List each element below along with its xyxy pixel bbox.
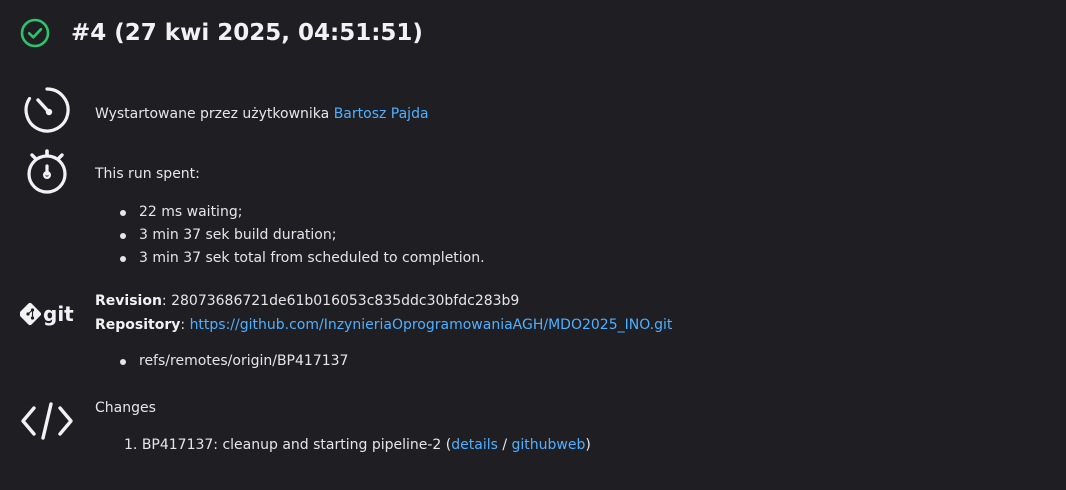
- list-item: 3 min 37 sek total from scheduled to com…: [95, 247, 485, 270]
- changes-list: 1. BP417137: cleanup and starting pipeli…: [95, 433, 591, 457]
- success-check-circle-icon: [20, 18, 50, 48]
- refs-list: refs/remotes/origin/BP417137: [95, 350, 672, 373]
- git-logo-text: git: [43, 302, 74, 326]
- repository-separator: :: [180, 317, 190, 333]
- page-title: #4 (27 kwi 2025, 04:51:51): [71, 20, 423, 46]
- change-number: 1.: [124, 437, 138, 453]
- list-item: refs/remotes/origin/BP417137: [95, 350, 672, 373]
- repository-link[interactable]: https://github.com/InzynieriaOprogramowa…: [190, 317, 673, 333]
- git-content: Revision: 28073686721de61b016053c835ddc3…: [95, 289, 672, 373]
- repository-label: Repository: [95, 317, 181, 333]
- revision-separator: :: [161, 293, 172, 309]
- changes-content: Changes 1. BP417137: cleanup and startin…: [95, 396, 591, 457]
- link-separator: /: [497, 437, 512, 453]
- repository-line: Repository: https://github.com/Inzynieri…: [95, 313, 672, 337]
- stopwatch-icon: [27, 149, 67, 194]
- githubweb-link[interactable]: githubweb: [512, 437, 586, 453]
- started-by-label: Wystartowane przez użytkownika: [95, 106, 334, 122]
- list-item: 1. BP417137: cleanup and starting pipeli…: [95, 433, 591, 457]
- git-logo-icon: git: [20, 302, 74, 326]
- details-link[interactable]: details: [451, 437, 498, 453]
- close-paren: ): [585, 437, 591, 453]
- timing-content: This run spent: 22 ms waiting; 3 min 37 …: [95, 162, 485, 270]
- build-header: #4 (27 kwi 2025, 04:51:51): [20, 14, 423, 52]
- started-by-text: Wystartowane przez użytkownika Bartosz P…: [95, 102, 429, 126]
- user-link[interactable]: Bartosz Pajda: [334, 106, 429, 122]
- list-item: 3 min 37 sek build duration;: [95, 224, 485, 247]
- changes-heading: Changes: [95, 400, 156, 416]
- change-message: BP417137: cleanup and starting pipeline-…: [141, 437, 452, 453]
- revision-line: Revision: 28073686721de61b016053c835ddc3…: [95, 289, 672, 313]
- list-item: 22 ms waiting;: [95, 201, 485, 224]
- code-icon: [21, 402, 73, 440]
- gauge-icon: [24, 87, 70, 133]
- timing-list: 22 ms waiting; 3 min 37 sek build durati…: [95, 201, 485, 270]
- revision-label: Revision: [95, 293, 162, 309]
- revision-hash: 28073686721de61b016053c835ddc30bfdc283b9: [171, 293, 520, 309]
- timing-heading: This run spent:: [95, 166, 200, 182]
